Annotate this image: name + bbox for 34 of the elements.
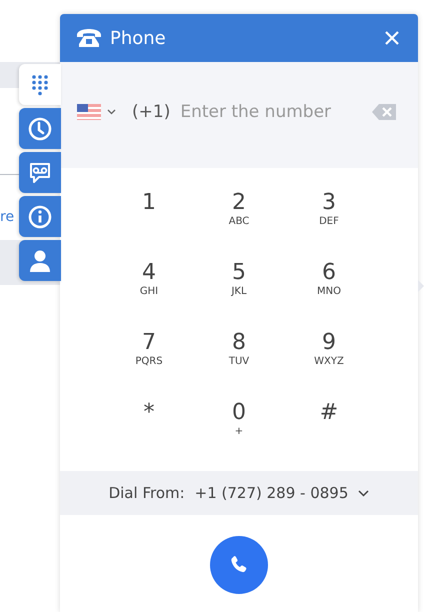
flag-icon[interactable] (77, 104, 101, 120)
keypad-key[interactable]: 8 TUV (194, 320, 284, 390)
keypad-key[interactable]: * (104, 390, 194, 460)
window-title: Phone (110, 28, 167, 48)
country-code: (+1) (132, 102, 170, 122)
keypad-key[interactable]: 7 PQRS (104, 320, 194, 390)
history-tab[interactable] (19, 108, 61, 149)
person-icon (29, 248, 51, 272)
page-link[interactable]: re (0, 209, 14, 225)
keypad-key[interactable]: 2 ABC (194, 180, 284, 250)
info-tab[interactable] (19, 196, 61, 237)
dialpad-tab[interactable] (19, 64, 61, 105)
number-input[interactable]: Enter the number (180, 102, 372, 122)
voicemail-tab[interactable] (19, 152, 61, 193)
keypad-key[interactable]: 9 WXYZ (284, 320, 374, 390)
telephone-icon (76, 28, 102, 48)
dial-from-number[interactable]: +1 (727) 289 - 0895 (194, 484, 348, 502)
keypad-key[interactable]: 6 MNO (284, 250, 374, 320)
voicemail-icon (28, 160, 52, 184)
clock-icon (28, 116, 52, 140)
info-icon (28, 204, 52, 228)
dialpad-icon (30, 74, 50, 96)
close-icon[interactable] (384, 30, 400, 46)
keypad-key[interactable]: 5 JKL (194, 250, 284, 320)
keypad-key[interactable]: 1 (104, 180, 194, 250)
dial-from-label: Dial From: (108, 484, 185, 502)
caret-icon[interactable] (107, 109, 116, 115)
keypad-key[interactable]: 4 GHI (104, 250, 194, 320)
keypad-key[interactable]: # (284, 390, 374, 460)
keypad-key[interactable]: 3 DEF (284, 180, 374, 250)
keypad-key[interactable]: 0 + (194, 390, 284, 460)
caret-icon[interactable] (358, 490, 370, 496)
contact-tab[interactable] (19, 240, 61, 281)
pointer-arrow (418, 280, 424, 292)
